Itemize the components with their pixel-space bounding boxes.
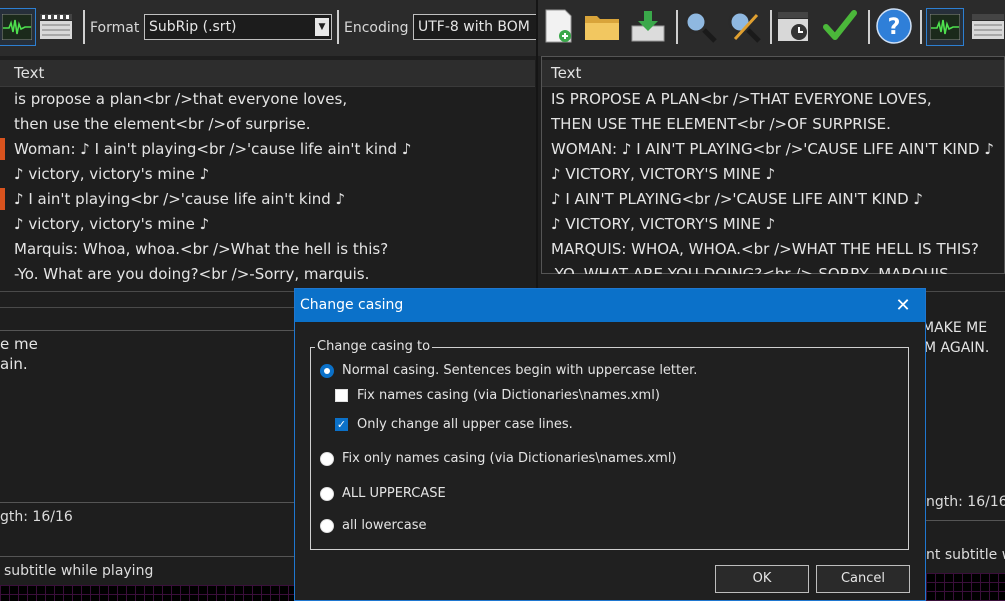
left-column-header-text[interactable]: Text xyxy=(14,64,44,82)
radio-unchecked-icon xyxy=(320,486,334,501)
radio-all-uppercase-label: ALL UPPERCASE xyxy=(342,486,446,501)
table-row[interactable]: -Yo. What are you doing?<br />-Sorry, ma… xyxy=(14,262,369,287)
left-grid-header: Text xyxy=(0,60,535,87)
table-row[interactable]: ♪ victory, victory's mine ♪ xyxy=(14,212,209,237)
table-row[interactable]: -YO. WHAT ARE YOU DOING?<br />-SORRY, MA… xyxy=(551,262,953,274)
radio-unchecked-icon xyxy=(320,518,334,533)
table-row[interactable]: then use the element<br />of surprise. xyxy=(14,112,310,137)
left-text-editor[interactable]: e me ain. xyxy=(0,332,294,502)
table-row[interactable]: IS PROPOSE A PLAN<br />THAT EVERYONE LOV… xyxy=(551,87,932,112)
divider xyxy=(926,520,1005,521)
divider xyxy=(0,556,294,557)
encoding-select-value: UTF-8 with BOM xyxy=(418,19,530,35)
divider xyxy=(926,291,1005,292)
divider xyxy=(0,502,294,503)
left-play-subtitle-label[interactable]: subtitle while playing xyxy=(4,563,153,579)
table-row[interactable]: ♪ I ain't playing<br />'cause life ain't… xyxy=(14,187,345,212)
right-play-subtitle-label[interactable]: nt subtitle w xyxy=(926,547,1005,563)
radio-fix-only-names[interactable]: Fix only names casing (via Dictionaries\… xyxy=(320,451,677,466)
toolbar-separator xyxy=(337,10,339,44)
encoding-select[interactable]: UTF-8 with BOM xyxy=(413,14,537,40)
divider xyxy=(0,330,300,331)
error-marker xyxy=(0,188,5,210)
editor-line: MAKE ME xyxy=(922,320,988,336)
new-file-icon[interactable] xyxy=(540,8,576,44)
change-casing-dialog: Change casing ✕ Change casing to Normal … xyxy=(294,288,926,601)
toolbar-separator xyxy=(920,10,922,44)
spell-check-icon[interactable] xyxy=(822,8,858,44)
editor-line: ain. xyxy=(0,355,28,373)
radio-unchecked-icon xyxy=(320,451,334,466)
format-select-value: SubRip (.srt) xyxy=(149,19,237,35)
encoding-label: Encoding xyxy=(344,20,409,36)
toolbar-separator xyxy=(770,10,772,44)
checkbox-only-upper[interactable]: ✓ Only change all upper case lines. xyxy=(335,417,573,432)
editor-line: M AGAIN. xyxy=(924,340,990,356)
ok-button[interactable]: OK xyxy=(715,565,809,593)
right-grid-body: IS PROPOSE A PLAN<br />THAT EVERYONE LOV… xyxy=(542,87,1004,274)
chevron-down-icon: ▼ xyxy=(315,18,329,36)
format-select[interactable]: SubRip (.srt) ▼ xyxy=(144,14,332,40)
search-icon[interactable] xyxy=(682,8,718,44)
checkbox-fix-names-label: Fix names casing (via Dictionaries\names… xyxy=(357,388,660,403)
format-label: Format xyxy=(90,20,140,36)
checkbox-fix-names[interactable]: Fix names casing (via Dictionaries\names… xyxy=(335,388,660,403)
cancel-button[interactable]: Cancel xyxy=(816,565,910,593)
help-icon[interactable]: ? xyxy=(876,8,912,44)
radio-normal-casing[interactable]: Normal casing. Sentences begin with uppe… xyxy=(320,363,697,378)
right-subtitle-grid: Text IS PROPOSE A PLAN<br />THAT EVERYON… xyxy=(541,56,1005,274)
left-subtitle-grid: is propose a plan<br />that everyone lov… xyxy=(0,87,535,287)
editor-line: e me xyxy=(0,335,38,353)
group-label: Change casing to xyxy=(315,339,433,354)
radio-all-lowercase-label: all lowercase xyxy=(342,518,427,533)
left-length-info: gth: 16/16 xyxy=(0,509,73,525)
right-column-header-text[interactable]: Text xyxy=(551,64,581,82)
right-waveform[interactable] xyxy=(926,573,1005,601)
table-row[interactable]: is propose a plan<br />that everyone lov… xyxy=(14,87,347,112)
error-marker xyxy=(0,138,5,160)
table-row[interactable]: ♪ victory, victory's mine ♪ xyxy=(14,162,209,187)
open-folder-icon[interactable] xyxy=(584,8,620,44)
save-download-icon[interactable] xyxy=(630,8,666,44)
table-row[interactable]: WOMAN: ♪ I AIN'T PLAYING<br />'CAUSE LIF… xyxy=(551,137,994,162)
table-row[interactable]: ♪ VICTORY, VICTORY'S MINE ♪ xyxy=(551,212,775,237)
right-text-editor[interactable]: MAKE ME M AGAIN. xyxy=(922,318,1005,498)
find-replace-icon[interactable] xyxy=(726,8,762,44)
radio-normal-casing-label: Normal casing. Sentences begin with uppe… xyxy=(342,363,698,378)
table-row[interactable]: Woman: ♪ I ain't playing<br />'cause lif… xyxy=(14,137,411,162)
close-icon[interactable]: ✕ xyxy=(893,295,913,316)
video-clapper-icon[interactable] xyxy=(970,8,1005,44)
video-sync-icon[interactable] xyxy=(776,8,812,44)
right-length-info: ngth: 16/16 xyxy=(926,494,1005,510)
table-row[interactable]: ♪ I AIN'T PLAYING<br />'CAUSE LIFE AIN'T… xyxy=(551,187,923,212)
toolbar-separator xyxy=(83,10,85,44)
checkbox-unchecked-icon xyxy=(335,389,348,402)
checkbox-only-upper-label: Only change all upper case lines. xyxy=(357,417,573,432)
table-row[interactable]: THEN USE THE ELEMENT<br />OF SURPRISE. xyxy=(551,112,891,137)
right-toolbar: ? xyxy=(538,0,1005,56)
toolbar-separator xyxy=(868,10,870,44)
right-grid-header: Text xyxy=(542,60,1004,87)
table-row[interactable]: Marquis: Whoa, whoa.<br />What the hell … xyxy=(14,237,388,262)
video-clapper-icon[interactable] xyxy=(38,8,74,44)
radio-all-uppercase[interactable]: ALL UPPERCASE xyxy=(320,486,446,501)
radio-fix-only-names-label: Fix only names casing (via Dictionaries\… xyxy=(342,451,677,466)
waveform-toggle-icon[interactable] xyxy=(926,8,964,46)
left-waveform[interactable] xyxy=(0,585,294,601)
table-row[interactable]: MARQUIS: WHOA, WHOA.<br />WHAT THE HELL … xyxy=(551,237,979,262)
radio-checked-icon xyxy=(320,363,334,378)
checkbox-checked-icon: ✓ xyxy=(335,418,348,431)
table-row[interactable]: ♪ VICTORY, VICTORY'S MINE ♪ xyxy=(551,162,775,187)
waveform-toggle-icon[interactable] xyxy=(0,8,36,46)
radio-all-lowercase[interactable]: all lowercase xyxy=(320,518,426,533)
change-casing-group: Change casing to Normal casing. Sentence… xyxy=(310,339,909,550)
left-toolbar: Format SubRip (.srt) ▼ Encoding UTF-8 wi… xyxy=(0,0,537,56)
toolbar-separator xyxy=(676,10,678,44)
dialog-title-bar[interactable]: Change casing ✕ xyxy=(295,289,925,322)
dialog-title: Change casing xyxy=(300,297,404,313)
svg-text:?: ? xyxy=(888,15,901,40)
